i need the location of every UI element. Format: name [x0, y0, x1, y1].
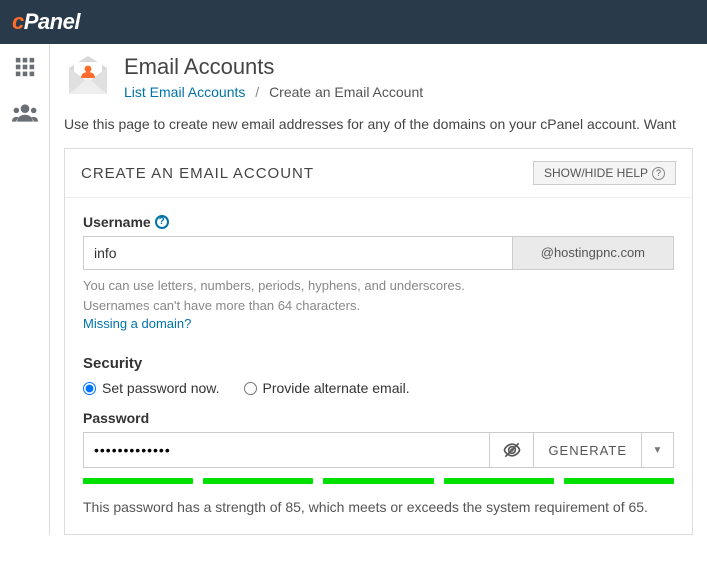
caret-down-icon: ▼	[653, 445, 663, 456]
email-envelope-icon	[64, 54, 112, 102]
radio-set-password-now[interactable]: Set password now.	[83, 380, 220, 396]
radio-alternate-input[interactable]	[244, 382, 257, 395]
left-sidebar	[0, 44, 50, 535]
cpanel-logo: cPanel	[12, 9, 80, 35]
domain-addon[interactable]: @hostingpnc.com	[513, 236, 674, 270]
security-heading: Security	[83, 355, 674, 372]
breadcrumb: List Email Accounts / Create an Email Ac…	[124, 84, 423, 100]
password-input[interactable]	[83, 432, 490, 468]
strength-segment	[83, 478, 193, 484]
breadcrumb-separator: /	[255, 84, 259, 100]
password-strength-meter	[83, 478, 674, 484]
top-bar: cPanel	[0, 0, 707, 44]
users-icon[interactable]	[12, 102, 38, 130]
strength-segment	[323, 478, 433, 484]
panel-title: Create an Email Account	[81, 165, 314, 182]
strength-segment	[564, 478, 674, 484]
strength-segment	[444, 478, 554, 484]
toggle-password-visibility-button[interactable]	[490, 432, 534, 468]
radio-alternate-email[interactable]: Provide alternate email.	[244, 380, 410, 396]
missing-domain-link[interactable]: Missing a domain?	[83, 316, 191, 331]
username-input[interactable]	[83, 236, 513, 270]
apps-grid-icon[interactable]	[14, 56, 36, 84]
password-label: Password	[83, 410, 149, 426]
main-content: Email Accounts List Email Accounts / Cre…	[50, 44, 707, 535]
page-title: Email Accounts	[124, 54, 423, 80]
generate-password-button[interactable]: GENERATE	[534, 432, 642, 468]
breadcrumb-current: Create an Email Account	[269, 84, 423, 100]
eye-slash-icon	[502, 440, 522, 460]
username-hint-2: Usernames can't have more than 64 charac…	[83, 296, 674, 316]
username-hint-1: You can use letters, numbers, periods, h…	[83, 276, 674, 296]
create-account-panel: Create an Email Account SHOW/HIDE HELP ?…	[64, 148, 693, 535]
breadcrumb-link-list[interactable]: List Email Accounts	[124, 84, 245, 100]
username-help-icon[interactable]: ?	[155, 215, 169, 229]
username-label: Username ?	[83, 214, 169, 230]
page-intro-text: Use this page to create new email addres…	[50, 102, 707, 148]
strength-segment	[203, 478, 313, 484]
help-question-icon: ?	[652, 167, 665, 180]
radio-set-password-input[interactable]	[83, 382, 96, 395]
show-hide-help-button[interactable]: SHOW/HIDE HELP ?	[533, 161, 676, 185]
password-strength-text: This password has a strength of 85, whic…	[83, 498, 674, 518]
generate-dropdown-button[interactable]: ▼	[642, 432, 674, 468]
